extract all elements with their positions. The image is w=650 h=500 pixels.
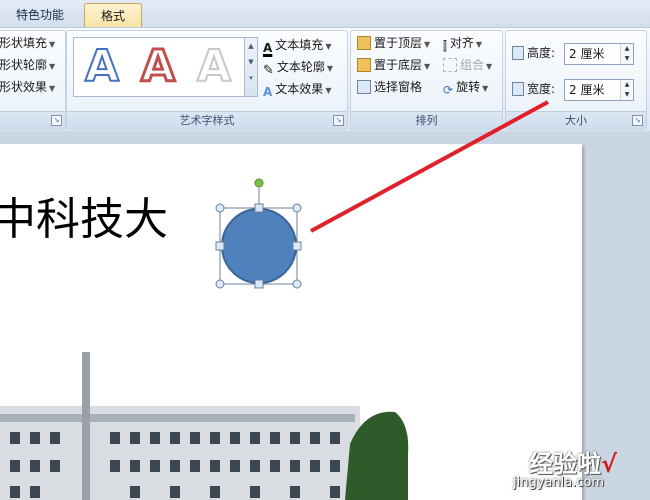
height-spin-buttons[interactable]: ▲ ▼ xyxy=(620,44,633,64)
dropdown-arrow-icon: ▼ xyxy=(49,40,56,49)
bring-front-label: 置于顶层 xyxy=(374,36,423,50)
dropdown-arrow-icon: ▼ xyxy=(49,84,56,93)
bring-front-icon xyxy=(357,36,371,50)
watermark-logo: 经验啦√ jingyanla.com xyxy=(503,444,643,496)
slide-title-text[interactable]: 中科技大 xyxy=(0,190,168,250)
spin-down-icon[interactable]: ▼ xyxy=(621,54,633,64)
send-to-back-button[interactable]: 置于底层 ▼ xyxy=(357,55,430,75)
text-fill-button[interactable]: A 文本填充 ▼ xyxy=(263,35,331,55)
selection-pane-label: 选择窗格 xyxy=(374,80,423,94)
spin-up-icon[interactable]: ▲ xyxy=(621,44,633,54)
watermark-url: jingyanla.com xyxy=(513,475,605,490)
spin-up-icon[interactable]: ▲ xyxy=(621,80,633,90)
rotate-icon: ⟳ xyxy=(443,83,454,97)
width-icon xyxy=(512,82,524,96)
scroll-up-icon[interactable]: ▲ xyxy=(245,42,257,50)
ribbon-tab-bar: 特色功能 格式 xyxy=(0,0,650,28)
text-outline-button[interactable]: ✎ 文本轮廓 ▼ xyxy=(263,57,334,78)
dropdown-arrow-icon: ▼ xyxy=(325,86,332,95)
checkmark-icon: √ xyxy=(601,450,618,478)
ribbon: 形状填充 ▼ 形状轮廓 ▼ 形状效果 ▼ ↘ A A A ▲ ▼ ▾ A 文本填充 ▼ ✎… xyxy=(0,27,650,132)
text-effects-label: 文本效果 xyxy=(275,82,324,96)
shape-fill-button[interactable]: 形状填充 ▼ xyxy=(0,33,55,53)
dropdown-arrow-icon: ▼ xyxy=(325,42,332,51)
text-outline-label: 文本轮廓 xyxy=(276,60,325,74)
watermark-title-text: 经验啦 xyxy=(529,450,601,478)
tab-special-features[interactable]: 特色功能 xyxy=(0,3,80,27)
dropdown-arrow-icon: ▼ xyxy=(482,84,489,93)
shape-effects-button[interactable]: 形状效果 ▼ xyxy=(0,77,55,97)
text-effects-icon: A xyxy=(263,85,273,99)
group-icon xyxy=(443,58,457,72)
dropdown-arrow-icon: ▼ xyxy=(49,62,56,71)
send-back-icon xyxy=(357,58,371,72)
height-spinner[interactable]: 2 厘米 ▲ ▼ xyxy=(564,43,634,65)
selection-pane-button[interactable]: 选择窗格 xyxy=(357,77,422,97)
shape-styles-group: 形状填充 ▼ 形状轮廓 ▼ 形状效果 ▼ ↘ xyxy=(0,30,66,130)
text-fill-icon: A xyxy=(263,41,273,55)
text-effects-button[interactable]: A 文本效果 ▼ xyxy=(263,79,331,99)
width-label-text: 宽度: xyxy=(527,82,556,96)
dropdown-arrow-icon: ▼ xyxy=(475,40,483,49)
text-fill-label: 文本填充 xyxy=(275,38,324,52)
align-button[interactable]: ⫿ 对齐 ▼ xyxy=(443,33,482,53)
shape-outline-button[interactable]: 形状轮廓 ▼ xyxy=(0,55,55,75)
selection-pane-icon xyxy=(357,80,371,94)
height-icon xyxy=(512,46,524,60)
group-button: 组合 ▼ xyxy=(443,55,492,75)
align-label: 对齐 xyxy=(449,36,474,50)
dialog-launcher-icon[interactable]: ↘ xyxy=(51,115,62,126)
width-input[interactable]: 2 厘米 xyxy=(569,80,604,100)
dropdown-arrow-icon: ▼ xyxy=(326,64,334,73)
height-label-text: 高度: xyxy=(527,46,556,60)
rotate-button[interactable]: ⟳ 旋转 ▼ xyxy=(443,77,488,97)
bring-to-front-button[interactable]: 置于顶层 ▼ xyxy=(357,33,430,53)
wordart-style-gray-outline[interactable]: A xyxy=(190,41,238,93)
arrange-group: 置于顶层 ▼ 置于底层 ▼ 选择窗格 ⫿ 对齐 ▼ 组合 ▼ ⟳ 旋转 ▼ 排列 xyxy=(350,30,503,130)
wordart-style-blue-outline[interactable]: A xyxy=(78,41,126,93)
spin-down-icon[interactable]: ▼ xyxy=(621,90,633,100)
pen-icon: ✎ xyxy=(263,63,274,78)
gallery-scrollbar[interactable]: ▲ ▼ ▾ xyxy=(244,37,258,97)
wordart-styles-group-label: 艺术字样式 xyxy=(67,111,347,129)
arrange-group-label: 排列 xyxy=(351,111,502,129)
scroll-down-icon[interactable]: ▼ xyxy=(245,58,257,66)
align-icon: ⫿ xyxy=(443,39,447,53)
wordart-gallery: A A A xyxy=(73,37,245,97)
group-label: 组合 xyxy=(460,58,485,72)
dropdown-arrow-icon: ▼ xyxy=(424,40,431,49)
watermark-title: 经验啦√ xyxy=(529,444,617,479)
building-image xyxy=(0,352,409,500)
dialog-launcher-icon[interactable]: ↘ xyxy=(632,115,643,126)
width-spin-buttons[interactable]: ▲ ▼ xyxy=(620,80,633,100)
width-label: 宽度: xyxy=(512,79,555,99)
width-spinner[interactable]: 2 厘米 ▲ ▼ xyxy=(564,79,634,101)
height-input[interactable]: 2 厘米 xyxy=(569,44,604,64)
dropdown-arrow-icon: ▼ xyxy=(486,62,493,71)
wordart-styles-group: A A A ▲ ▼ ▾ A 文本填充 ▼ ✎ 文本轮廓 ▼ A 文本效果 ▼ 艺术字样式 ↘ xyxy=(66,30,348,130)
shape-fill-label: 形状填充 xyxy=(0,36,48,50)
gallery-more-icon[interactable]: ▾ xyxy=(245,74,257,82)
size-group: 高度: 2 厘米 ▲ ▼ 宽度: 2 厘米 ▲ ▼ 大小 ↘ xyxy=(505,30,647,130)
tab-format[interactable]: 格式 xyxy=(84,3,142,28)
dialog-launcher-icon[interactable]: ↘ xyxy=(333,115,344,126)
shape-effects-label: 形状效果 xyxy=(0,80,48,94)
rotate-label: 旋转 xyxy=(456,80,481,94)
size-group-label: 大小 xyxy=(506,111,646,129)
wordart-style-red-outline[interactable]: A xyxy=(134,40,182,93)
shape-outline-label: 形状轮廓 xyxy=(0,58,48,72)
send-back-label: 置于底层 xyxy=(374,58,423,72)
height-label: 高度: xyxy=(512,43,555,63)
dropdown-arrow-icon: ▼ xyxy=(424,62,431,71)
